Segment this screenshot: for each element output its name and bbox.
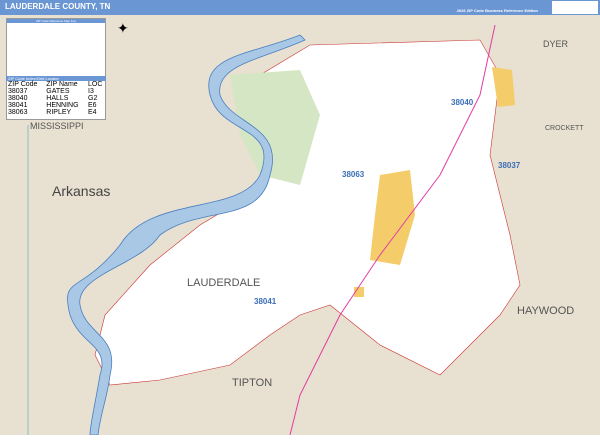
- zip-code: 38037: [8, 88, 28, 95]
- zip-label-38040: 38040: [451, 98, 474, 107]
- place-label-arkansas: Arkansas: [52, 183, 111, 199]
- place-label-haywood: HAYWOOD: [517, 305, 575, 317]
- zip-code: 38040: [8, 95, 28, 102]
- place-label-tipton: TIPTON: [232, 377, 273, 389]
- place-label-mississippi: MISSISSIPPI: [30, 121, 84, 131]
- zip-loc: G2: [88, 95, 98, 102]
- legend-symbols: [7, 23, 105, 79]
- place-label-lauderdale: LAUDERDALE: [187, 277, 261, 289]
- col-header: ZIP Code: [8, 81, 38, 88]
- edition-label: 2026 ZIP Code Business Reference Edition: [456, 8, 538, 13]
- place-label-dyer: DYER: [543, 39, 569, 49]
- zip-label-38063: 38063: [342, 170, 365, 179]
- table-row: 38041 HENNING E6: [6, 102, 106, 109]
- zip-loc: E4: [88, 109, 97, 116]
- place-label-crockett: CROCKETT: [545, 125, 584, 132]
- zip-index-table: ZIP Code Index/Grid Locator ZIP Code ZIP …: [6, 76, 106, 119]
- zip-code: 38063: [8, 109, 28, 116]
- zip-name: HENNING: [46, 102, 79, 109]
- table-row: 38037 GATES I3: [6, 88, 106, 95]
- table-row: 38040 HALLS G2: [6, 95, 106, 102]
- map-title: LAUDERDALE COUNTY, TN: [5, 2, 111, 11]
- compass-rose-icon: ✦: [117, 20, 129, 36]
- zip-name: RIPLEY: [46, 109, 72, 116]
- col-header: LOC: [88, 81, 103, 88]
- map-header: LAUDERDALE COUNTY, TN 2026 ZIP Code Busi…: [0, 0, 600, 15]
- publisher-logo: [552, 1, 598, 14]
- zip-label-38037: 38037: [498, 161, 521, 170]
- zip-code: 38041: [8, 102, 28, 109]
- col-header: ZIP Name: [46, 81, 78, 88]
- zip-loc: E6: [88, 102, 97, 109]
- zip-name: HALLS: [46, 95, 69, 102]
- zip-loc: I3: [88, 88, 94, 95]
- zip-name: GATES: [46, 88, 70, 95]
- table-row: 38063 RIPLEY E4: [6, 109, 106, 116]
- zip-label-38041: 38041: [254, 297, 277, 306]
